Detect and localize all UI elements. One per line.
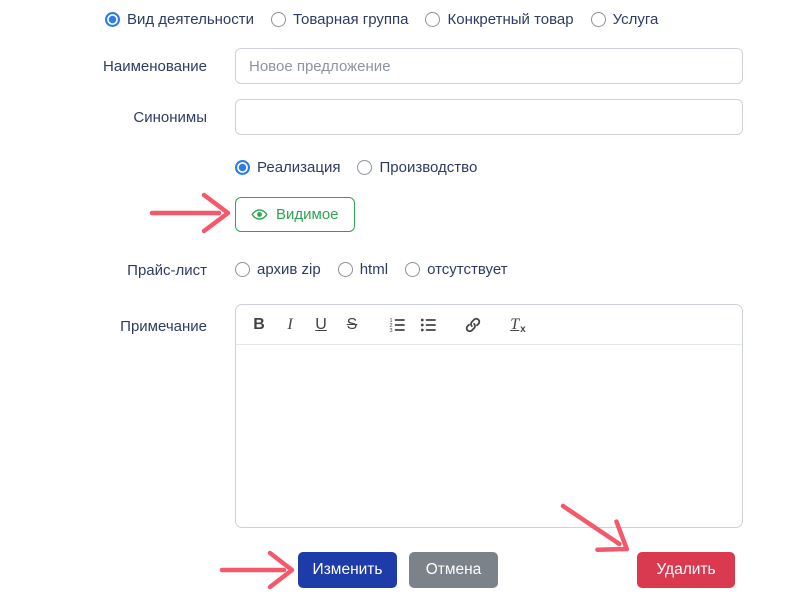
edit-button[interactable]: Изменить	[298, 552, 397, 588]
clean-format-t: T	[510, 315, 520, 333]
offer-edit-form: Вид деятельности Товарная группа Конкрет…	[0, 0, 800, 600]
radio-service-label: Услуга	[612, 11, 659, 28]
clean-format-x: x	[520, 323, 526, 335]
delete-button[interactable]: Удалить	[637, 552, 735, 588]
radio-html-label: html	[359, 261, 389, 278]
ordered-list-icon: 1 2 3	[390, 318, 405, 334]
radio-selected-icon[interactable]	[235, 160, 250, 175]
radio-service[interactable]: Услуга	[590, 11, 659, 28]
radio-unselected-icon[interactable]	[405, 262, 421, 277]
radio-specific-product-label: Конкретный товар	[447, 11, 574, 28]
radio-absent[interactable]: отсутствует	[405, 261, 508, 278]
italic-button[interactable]: I	[279, 313, 301, 337]
radio-product-group-label: Товарная группа	[293, 11, 409, 28]
price-list-radio-group: архив zip html отсутствует	[235, 261, 508, 278]
underline-button[interactable]: U	[310, 313, 332, 337]
radio-activity-type[interactable]: Вид деятельности	[105, 11, 254, 28]
ordered-list-button[interactable]: 1 2 3	[386, 313, 408, 337]
radio-production[interactable]: Производство	[357, 159, 477, 176]
radio-html[interactable]: html	[337, 261, 389, 278]
bullet-list-button[interactable]	[417, 313, 439, 337]
radio-realization[interactable]: Реализация	[235, 159, 340, 176]
link-icon	[465, 317, 481, 332]
radio-unselected-icon[interactable]	[425, 12, 441, 27]
radio-specific-product[interactable]: Конкретный товар	[425, 11, 574, 28]
link-button[interactable]	[462, 313, 484, 337]
cancel-button[interactable]: Отмена	[409, 552, 498, 588]
svg-text:3: 3	[390, 328, 393, 334]
radio-unselected-icon[interactable]	[357, 160, 373, 175]
note-field-label: Примечание	[120, 318, 207, 335]
radio-realization-label: Реализация	[257, 159, 341, 176]
radio-activity-type-label: Вид деятельности	[127, 11, 255, 28]
radio-selected-icon[interactable]	[105, 12, 120, 27]
arrow-to-visible-button	[149, 192, 231, 234]
clean-format-button[interactable]: Tx	[507, 313, 529, 337]
radio-unselected-icon[interactable]	[590, 12, 606, 27]
radio-archive-zip[interactable]: архив zip	[235, 261, 321, 278]
radio-absent-label: отсутствует	[427, 261, 508, 278]
visibility-toggle-button[interactable]: Видимое	[235, 197, 355, 232]
strikethrough-button[interactable]: S	[341, 313, 363, 337]
radio-production-label: Производство	[379, 159, 478, 176]
arrow-to-edit-button	[219, 550, 295, 590]
radio-unselected-icon[interactable]	[235, 262, 250, 277]
name-input[interactable]	[235, 48, 743, 84]
bold-button[interactable]: B	[248, 313, 270, 337]
note-editor-toolbar: B I U S 1 2 3 T x	[236, 305, 742, 345]
note-editor-content[interactable]	[236, 345, 742, 527]
eye-icon	[251, 209, 268, 220]
synonyms-input[interactable]	[235, 99, 743, 135]
radio-product-group[interactable]: Товарная группа	[271, 11, 408, 28]
note-editor: B I U S 1 2 3 T x	[235, 304, 743, 528]
visibility-toggle-label: Видимое	[276, 206, 339, 223]
radio-archive-zip-label: архив zip	[257, 261, 321, 278]
name-field-label: Наименование	[103, 58, 207, 75]
price-list-label: Прайс-лист	[127, 262, 207, 279]
radio-unselected-icon[interactable]	[271, 12, 287, 27]
bullet-list-icon	[420, 318, 436, 331]
operation-type-radio-group: Реализация Производство	[235, 159, 477, 176]
synonyms-field-label: Синонимы	[133, 109, 207, 126]
radio-unselected-icon[interactable]	[337, 262, 353, 277]
entity-type-radio-group: Вид деятельности Товарная группа Конкрет…	[105, 11, 658, 28]
